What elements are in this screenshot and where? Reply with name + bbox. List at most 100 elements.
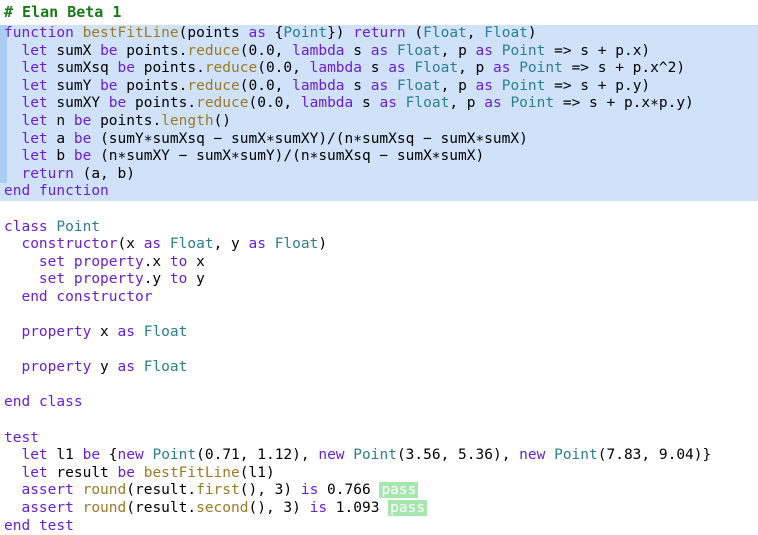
code-token: as	[117, 359, 135, 376]
code-token: x	[91, 324, 118, 341]
code-token: (7.83, 9.04)}	[597, 447, 712, 464]
code-token: s	[353, 95, 380, 112]
code-token: points.	[117, 77, 188, 94]
code-line[interactable]: end function	[0, 183, 758, 201]
code-token: be	[117, 60, 135, 77]
code-token: bestFitLine	[143, 464, 240, 481]
code-lines-container[interactable]: function bestFitLine(points as {Point}) …	[0, 22, 758, 535]
code-token: y	[91, 359, 118, 376]
pass-badge: pass	[379, 482, 419, 499]
code-line[interactable]: let result be bestFitLine(l1)	[0, 465, 758, 483]
code-line[interactable]: end constructor	[0, 289, 758, 307]
code-line[interactable]: let sumXsq be points.reduce(0.0, lambda …	[0, 60, 758, 78]
code-token: function	[38, 183, 109, 200]
code-token: let	[21, 130, 48, 147]
code-token: property	[21, 359, 92, 376]
code-line[interactable]: let sumX be points.reduce(0.0, lambda s …	[0, 42, 758, 61]
code-line[interactable]: property y as Float	[0, 359, 758, 377]
code-line[interactable]: constructor(x as Float, y as Float)	[0, 236, 758, 254]
code-token: y	[187, 271, 205, 288]
code-line[interactable]	[0, 377, 758, 395]
code-token: assert	[21, 482, 74, 499]
code-line[interactable]: let n be points.length()	[0, 112, 758, 131]
code-token: be	[117, 464, 135, 481]
pass-badge: pass	[388, 500, 428, 517]
code-token: sumX	[47, 42, 101, 59]
code-line[interactable]: property x as Float	[0, 324, 758, 342]
code-line[interactable]: end test	[0, 518, 758, 535]
code-token: )	[318, 236, 328, 253]
code-token: let	[21, 95, 48, 112]
code-line[interactable]	[0, 201, 758, 219]
code-line[interactable]: let b be (n∗sumXY − sumX∗sumY)/(n∗sumXsq…	[0, 148, 758, 166]
code-token: constructor	[56, 288, 153, 305]
code-token: end	[4, 183, 31, 200]
code-token: reduce	[187, 77, 240, 94]
code-line[interactable]: set property.y to y	[0, 271, 758, 289]
code-token: (x	[117, 236, 144, 253]
code-token: second	[196, 500, 249, 517]
code-line[interactable]: set property.x to x	[0, 254, 758, 272]
code-token: (sumY∗sumXsq − sumX∗sumXY)/(n∗sumXsq − s…	[91, 130, 528, 147]
code-token: be	[100, 42, 118, 59]
code-editor[interactable]: # Elan Beta 1 function bestFitLine (point…	[0, 0, 758, 534]
code-line[interactable]: function bestFitLine(points as {Point}) …	[0, 25, 758, 43]
code-token: end	[4, 517, 31, 534]
code-line[interactable]: end class	[0, 394, 758, 412]
code-token: Float	[414, 60, 459, 77]
code-token: )	[527, 25, 537, 41]
code-token: lambda	[300, 95, 354, 112]
code-token: => s + p.x^2)	[562, 60, 686, 77]
code-token: property	[73, 271, 144, 288]
code-token: return	[21, 165, 74, 182]
code-line[interactable]	[0, 342, 758, 360]
code-token: length	[161, 112, 214, 129]
code-token: , p	[449, 95, 485, 112]
code-token: points.	[117, 42, 188, 59]
code-token: l1	[47, 447, 83, 464]
code-token: result	[47, 464, 118, 481]
code-token: points.	[134, 60, 205, 77]
code-token: let	[21, 112, 48, 129]
code-token: function	[4, 25, 74, 41]
code-token: as	[248, 236, 266, 253]
code-line[interactable]: let l1 be {new Point(0.71, 1.12), new Po…	[0, 447, 758, 465]
code-line[interactable]: let a be (sumY∗sumXsq − sumX∗sumXY)/(n∗s…	[0, 130, 758, 149]
code-token: Point	[501, 42, 546, 59]
code-token: test	[4, 429, 39, 446]
code-token: Point	[56, 218, 101, 235]
code-token: as	[370, 77, 389, 94]
code-token: points.	[91, 112, 162, 129]
code-token: lambda	[292, 42, 345, 59]
code-line[interactable]: let sumY be points.reduce(0.0, lambda s …	[0, 77, 758, 96]
code-token: round	[82, 500, 127, 517]
code-token: Float	[143, 324, 188, 341]
code-token: to	[169, 271, 188, 288]
page-title: # Elan Beta 1	[4, 3, 122, 21]
code-line[interactable]: return (a, b)	[0, 165, 758, 184]
code-line[interactable]	[0, 307, 758, 325]
code-line[interactable]: let sumXY be points.reduce(0.0, lambda s…	[0, 95, 758, 113]
code-line[interactable]: assert round(result.first(), 3) is 0.766…	[0, 482, 758, 500]
code-token: Float	[396, 42, 441, 59]
code-token: sumXY	[47, 95, 109, 112]
code-line[interactable]: class Point	[0, 219, 758, 237]
code-line[interactable]	[0, 412, 758, 430]
code-line[interactable]: test	[0, 430, 758, 448]
